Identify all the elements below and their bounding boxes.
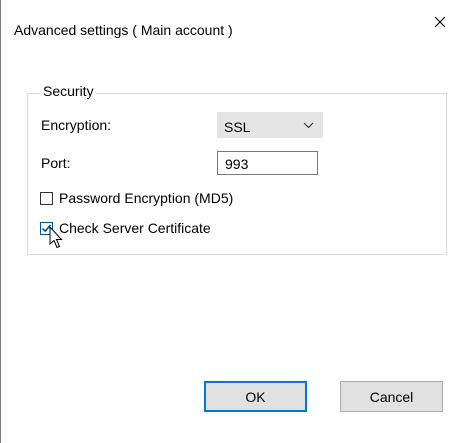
chevron-down-icon [303, 122, 314, 129]
mouse-pointer-icon [49, 226, 63, 249]
encryption-select[interactable]: SSL [217, 112, 323, 138]
title-bar: Advanced settings ( Main account ) [1, 0, 455, 38]
port-input[interactable]: 993 [217, 151, 318, 175]
port-value: 993 [225, 156, 249, 172]
close-icon [434, 16, 446, 28]
password-encryption-checkbox[interactable] [40, 191, 53, 205]
advanced-settings-dialog: Advanced settings ( Main account ) Secur… [0, 0, 455, 443]
check-server-certificate-row[interactable]: Check Server Certificate [40, 220, 211, 236]
encryption-label: Encryption: [41, 117, 112, 133]
security-group-label: Security [41, 83, 96, 99]
dialog-title: Advanced settings ( Main account ) [14, 22, 233, 38]
password-encryption-row[interactable]: Password Encryption (MD5) [40, 190, 233, 206]
check-server-certificate-label: Check Server Certificate [59, 220, 211, 236]
cancel-button[interactable]: Cancel [340, 381, 443, 412]
port-label: Port: [41, 155, 71, 171]
password-encryption-label: Password Encryption (MD5) [59, 190, 234, 206]
ok-button[interactable]: OK [204, 381, 307, 412]
close-button[interactable] [425, 10, 455, 34]
encryption-value: SSL [224, 119, 251, 135]
